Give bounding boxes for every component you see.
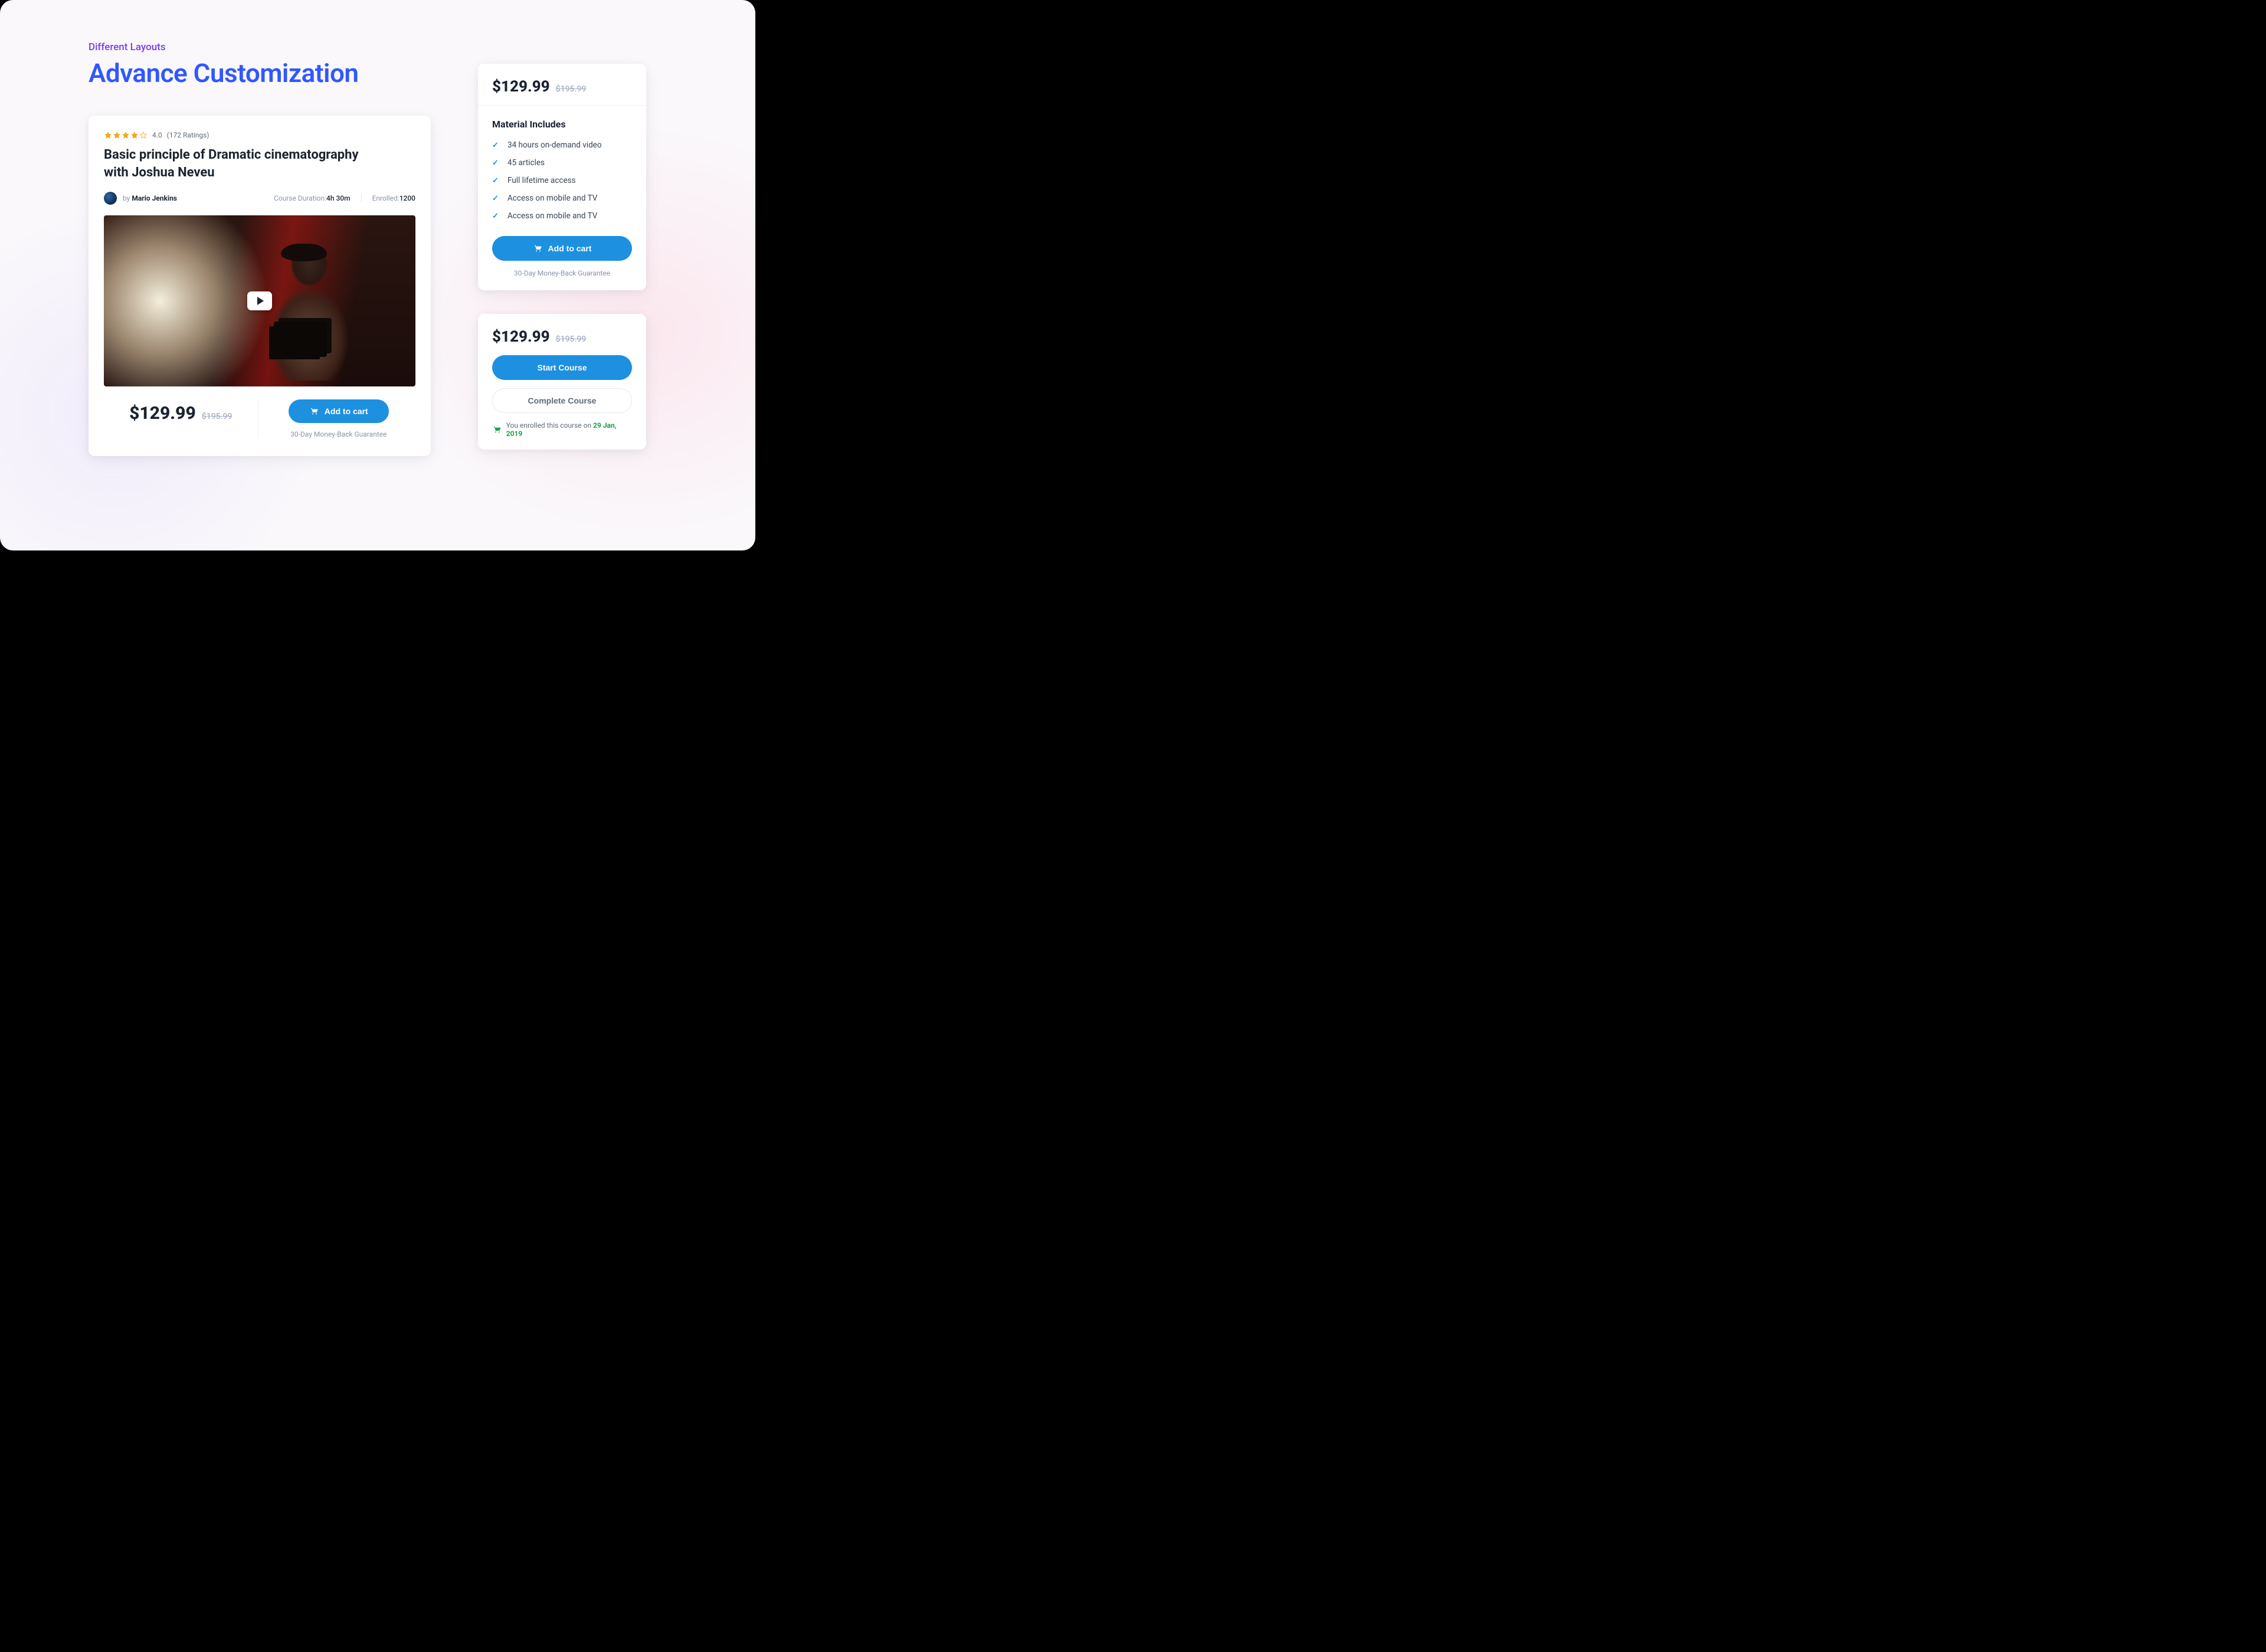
price-row: $129.99 $195.99 xyxy=(492,78,632,96)
star-outline-icon xyxy=(139,131,148,139)
star-icon xyxy=(130,131,139,139)
check-icon: ✓ xyxy=(492,194,500,203)
complete-course-button[interactable]: Complete Course xyxy=(492,388,632,413)
old-price: $195.99 xyxy=(556,84,587,94)
section-eyebrow: Different Layouts xyxy=(89,41,679,53)
enrollment-note: You enrolled this course on 29 Jan, 2019 xyxy=(492,421,632,438)
course-video-preview[interactable] xyxy=(104,215,415,386)
start-course-label: Start Course xyxy=(537,363,587,372)
course-card: 4.0 (172 Ratings) Basic principle of Dra… xyxy=(89,116,431,456)
cart-check-icon xyxy=(492,425,502,434)
check-icon: ✓ xyxy=(492,176,500,185)
rating-stars xyxy=(104,131,148,139)
enrolled-prefix: You enrolled this course on xyxy=(506,421,593,430)
list-item-label: Full lifetime access xyxy=(507,176,576,185)
play-icon[interactable] xyxy=(247,291,272,310)
author-label: by Mario Jenkins xyxy=(123,194,177,202)
duration-value: 4h 30m xyxy=(326,194,351,202)
enrolled-label: Enrolled: xyxy=(372,194,400,202)
by-prefix: by xyxy=(123,194,132,202)
author-name: Mario Jenkins xyxy=(132,194,177,202)
price: $129.99 xyxy=(492,78,550,96)
pricing-materials-card: $129.99 $195.99 Material Includes ✓ 34 ho… xyxy=(478,64,646,290)
video-illustration xyxy=(274,322,327,357)
author-avatar xyxy=(104,192,117,205)
list-item: ✓ 45 articles xyxy=(492,158,632,168)
star-icon xyxy=(122,131,130,139)
star-icon xyxy=(113,131,121,139)
guarantee-text: 30-Day Money-Back Guarantee xyxy=(290,430,387,438)
complete-course-label: Complete Course xyxy=(528,396,597,405)
cart-icon xyxy=(309,407,319,416)
price: $129.99 xyxy=(492,328,550,346)
video-illustration xyxy=(281,244,327,261)
course-footer: $129.99 $195.99 Add to cart 30-Day Money… xyxy=(104,399,415,438)
list-item: ✓ Access on mobile and TV xyxy=(492,194,632,203)
divider xyxy=(478,105,646,106)
cart-icon xyxy=(533,244,542,253)
materials-list: ✓ 34 hours on-demand video ✓ 45 articles ✓… xyxy=(492,140,632,221)
course-title: Basic principle of Dramatic cinematograp… xyxy=(104,146,375,181)
list-item-label: 34 hours on-demand video xyxy=(507,140,602,150)
add-to-cart-label: Add to cart xyxy=(325,407,368,416)
list-item: ✓ Access on mobile and TV xyxy=(492,211,632,221)
price-row: $129.99 $195.99 xyxy=(492,328,632,346)
price: $129.99 xyxy=(129,403,196,424)
guarantee-text: 30-Day Money-Back Guarantee xyxy=(492,269,632,277)
old-price: $195.99 xyxy=(202,412,233,421)
star-icon xyxy=(104,131,112,139)
duration-label: Course Duration: xyxy=(274,194,326,202)
meta-separator xyxy=(361,194,362,202)
list-item: ✓ 34 hours on-demand video xyxy=(492,140,632,150)
enroll-card: $129.99 $195.99 Start Course Complete Co… xyxy=(478,314,646,450)
video-illustration xyxy=(256,245,362,381)
course-meta-row: by Mario Jenkins Course Duration: 4h 30m… xyxy=(104,192,415,205)
rating-value: 4.0 xyxy=(152,131,162,139)
list-item: ✓ Full lifetime access xyxy=(492,176,632,185)
old-price: $195.99 xyxy=(556,335,587,344)
enrolled-value: 1200 xyxy=(400,194,415,202)
add-to-cart-label: Add to cart xyxy=(548,244,592,253)
list-item-label: Access on mobile and TV xyxy=(507,194,597,203)
rating-row: 4.0 (172 Ratings) xyxy=(104,131,415,139)
check-icon: ✓ xyxy=(492,141,500,150)
rating-count: (172 Ratings) xyxy=(167,131,209,139)
list-item-label: Access on mobile and TV xyxy=(507,211,597,221)
add-to-cart-button[interactable]: Add to cart xyxy=(289,399,389,423)
price-box: $129.99 $195.99 xyxy=(104,399,258,424)
list-item-label: 45 articles xyxy=(507,158,545,168)
add-to-cart-button[interactable]: Add to cart xyxy=(492,236,632,261)
materials-title: Material Includes xyxy=(492,119,632,130)
check-icon: ✓ xyxy=(492,159,500,168)
start-course-button[interactable]: Start Course xyxy=(492,355,632,380)
check-icon: ✓ xyxy=(492,212,500,221)
